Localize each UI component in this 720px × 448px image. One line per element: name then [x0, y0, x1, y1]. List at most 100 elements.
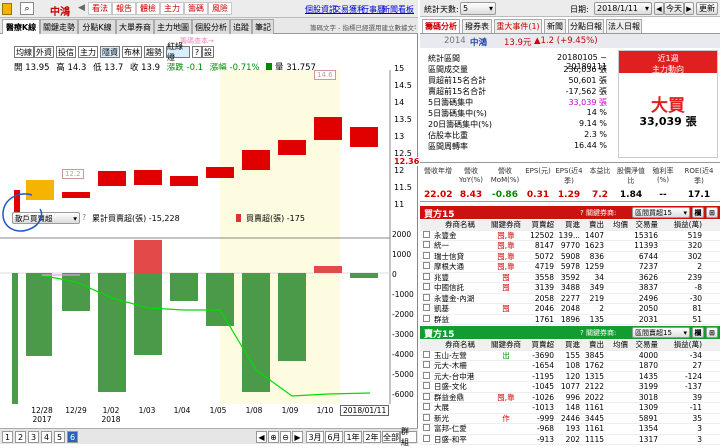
zoom-out-icon[interactable]: ⊖	[280, 431, 291, 443]
tab-notes[interactable]: 筆記	[252, 19, 274, 34]
refresh-button[interactable]: 更新	[696, 2, 718, 15]
date-picker[interactable]: 2018/1/11 ▾	[594, 2, 652, 15]
sell-export-button[interactable]: ⊞	[706, 327, 718, 338]
tab-kline[interactable]: 醫療K線	[2, 19, 40, 34]
range-all[interactable]: 全部	[382, 431, 400, 443]
page-6[interactable]: 6	[67, 431, 78, 443]
row-checkbox[interactable]	[420, 424, 434, 433]
chip-tab-bollinger[interactable]: 布林	[122, 46, 142, 58]
row-checkbox[interactable]	[420, 262, 434, 271]
fin-value: 1.29	[557, 190, 581, 200]
buy-export-button[interactable]: ⊞	[706, 207, 718, 218]
stock-name[interactable]: 中鴻	[50, 3, 70, 18]
btn-risk[interactable]: 風險	[208, 2, 232, 15]
chip-tab-trust[interactable]: 投信	[56, 46, 76, 58]
btn-main[interactable]: 主力	[160, 2, 184, 15]
sell-hint: ? 關鍵券商:	[580, 329, 617, 337]
chip-tab-foreign[interactable]: 外資	[34, 46, 54, 58]
row-checkbox[interactable]	[420, 371, 434, 381]
volume-bar	[278, 273, 306, 361]
btn-view[interactable]: 看法	[88, 2, 112, 15]
tab-track[interactable]: 追蹤	[230, 19, 252, 34]
tab-trend[interactable]: 關鍵走勢	[40, 19, 78, 34]
range-group[interactable]: 群組	[400, 427, 417, 447]
chip-tab-settings[interactable]: 設	[202, 46, 214, 58]
tab-branch-daily[interactable]: 分點日報	[568, 19, 604, 33]
fin-value: 22.02	[424, 190, 453, 200]
table-cell: 4719	[534, 262, 554, 272]
page-5[interactable]: 5	[54, 431, 65, 443]
buy-settings-button[interactable]: 欄	[692, 207, 704, 218]
row-checkbox[interactable]	[420, 434, 434, 444]
table-cell: 1309	[638, 403, 658, 413]
buy-select[interactable]: 區間買超15 ▾	[632, 207, 690, 218]
range-2y[interactable]: 2年	[363, 431, 381, 443]
days-select[interactable]: 5 ▾	[460, 2, 496, 15]
chip-tab-help[interactable]: ?	[192, 46, 202, 58]
page-4[interactable]: 4	[41, 431, 52, 443]
row-checkbox[interactable]	[420, 241, 434, 250]
range-3m[interactable]: 3月	[306, 431, 324, 443]
table-row[interactable]: 群益 1761 1896 135 2031 51	[420, 314, 720, 325]
table-cell: 1317	[638, 434, 658, 444]
sell-settings-button[interactable]: 欄	[692, 327, 704, 338]
scroll-right-icon[interactable]: ▶	[292, 431, 303, 443]
range-1y[interactable]: 1年	[344, 431, 362, 443]
row-checkbox[interactable]	[420, 382, 434, 391]
row-checkbox[interactable]	[420, 304, 434, 313]
chip-tab-signal[interactable]: 紅綠燈	[166, 42, 190, 62]
btn-checkup[interactable]: 體檢	[136, 2, 160, 15]
date-01-08: 1/08	[245, 406, 263, 415]
tab-big-broker[interactable]: 大單券商	[116, 19, 154, 34]
scroll-left-icon[interactable]: ◀	[256, 431, 267, 443]
next-day-button[interactable]: ▶	[684, 2, 694, 15]
table-cell: 12502	[530, 230, 554, 240]
row-checkbox[interactable]	[420, 403, 434, 412]
tab-inst-daily[interactable]: 法人日報	[606, 19, 642, 33]
row-checkbox[interactable]	[420, 350, 434, 360]
link-news[interactable]: 新聞看板	[382, 4, 414, 15]
page-1[interactable]: 1	[2, 431, 13, 443]
row-checkbox[interactable]	[420, 230, 434, 240]
btn-report[interactable]: 報告	[112, 2, 136, 15]
row-checkbox[interactable]	[420, 361, 434, 370]
row-checkbox[interactable]	[420, 251, 434, 261]
tab-analysis[interactable]: 個股分析	[192, 19, 230, 34]
row-checkbox[interactable]	[420, 314, 434, 324]
row-checkbox[interactable]	[420, 293, 434, 303]
table-cell: 3	[697, 424, 702, 434]
page-3[interactable]: 3	[28, 431, 39, 443]
range-6m[interactable]: 6月	[325, 431, 343, 443]
menu-icon[interactable]	[2, 3, 12, 15]
tab-branch-kline[interactable]: 分點K線	[78, 19, 116, 34]
zoom-in-icon[interactable]: ⊕	[268, 431, 279, 443]
bottom-bar: 1 2 3 4 5 6 ◀ ⊕ ⊖ ▶ 3月 6月 1年 2年 全部 群組	[0, 427, 418, 447]
tab-loan-table[interactable]: 撥券表	[462, 19, 492, 33]
table-cell: -1045	[532, 382, 554, 392]
prev-stock-icon[interactable]: ◀	[78, 3, 85, 13]
table-row[interactable]: 日盛-和平 -913 202 1115 1317 3	[420, 434, 720, 445]
table-cell: 囤,靠	[497, 251, 515, 261]
row-checkbox[interactable]	[420, 392, 434, 402]
table-cell: 219	[589, 293, 604, 303]
row-checkbox[interactable]	[420, 413, 434, 423]
chip-tab-ma[interactable]: 均線	[14, 46, 34, 58]
row-checkbox[interactable]	[420, 272, 434, 282]
chip-tab-hidden[interactable]: 隱資	[100, 46, 120, 58]
help-icon[interactable]: ?	[82, 213, 86, 222]
tab-main-map[interactable]: 主力地圖	[154, 19, 192, 34]
row-checkbox[interactable]	[420, 283, 434, 292]
fin-value: 1.84	[619, 190, 643, 200]
tab-events[interactable]: 重大事件(1)	[494, 19, 542, 33]
chip-tab-trend[interactable]: 趨勢	[144, 46, 164, 58]
btn-chips[interactable]: 籌碼	[184, 2, 208, 15]
today-button[interactable]: 今天	[664, 2, 684, 15]
page-2[interactable]: 2	[15, 431, 26, 443]
tab-chip-analysis[interactable]: 籌碼分析	[422, 19, 460, 33]
table-cell: -1026	[532, 392, 554, 402]
prev-day-button[interactable]: ◀	[654, 2, 664, 15]
search-icon[interactable]: ⌕	[20, 2, 34, 15]
tab-news[interactable]: 新聞	[544, 19, 566, 33]
chip-tab-main[interactable]: 主力	[78, 46, 98, 58]
sell-select[interactable]: 區間賣超15 ▾	[632, 327, 690, 338]
